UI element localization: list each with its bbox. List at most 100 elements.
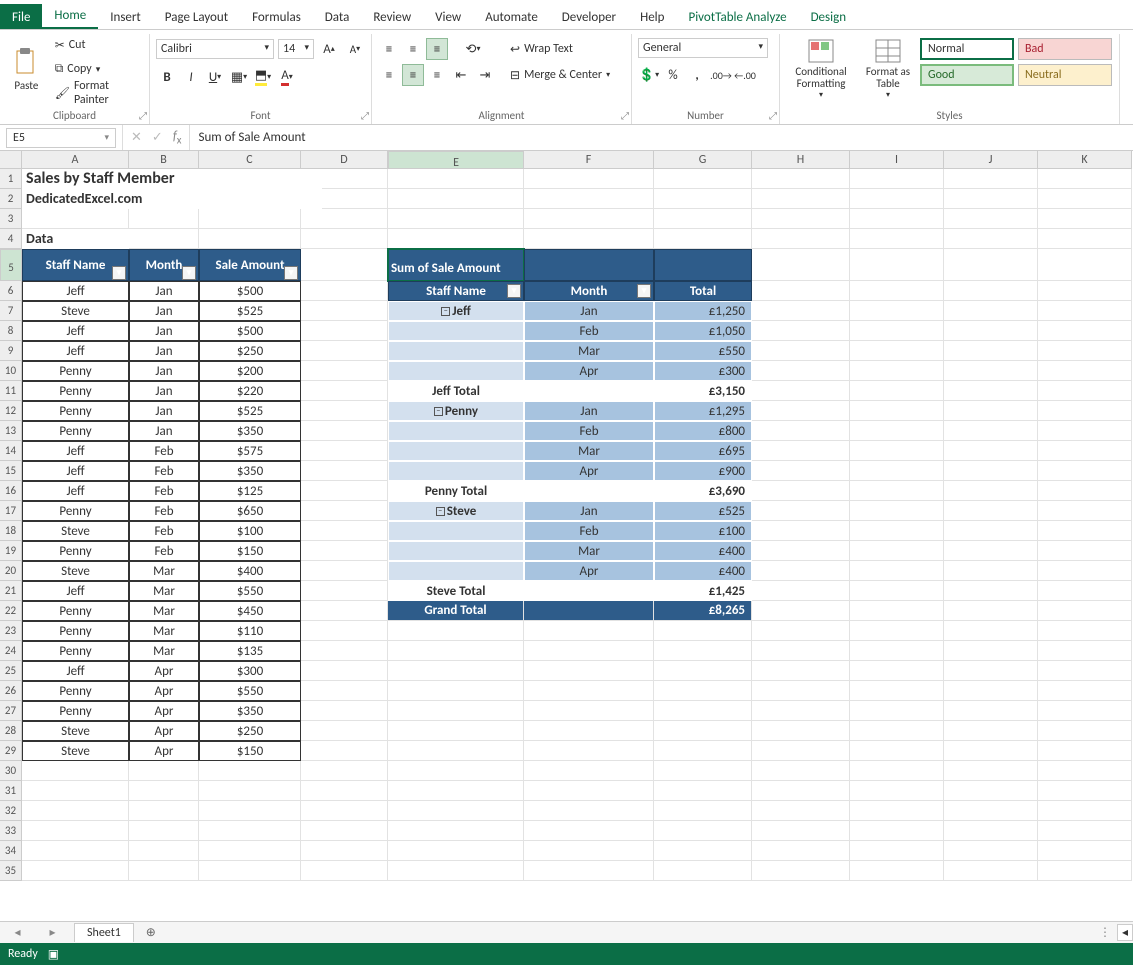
- cell-E25[interactable]: [388, 661, 524, 681]
- cell-A6[interactable]: Jeff: [22, 281, 129, 301]
- cell-G17[interactable]: £525: [654, 501, 752, 521]
- accounting-format-icon[interactable]: 💲▾: [638, 64, 660, 86]
- cell-H18[interactable]: [752, 521, 850, 541]
- cell-E29[interactable]: [388, 741, 524, 761]
- number-launcher-icon[interactable]: ⤢: [769, 109, 777, 122]
- cell-C24[interactable]: $135: [199, 641, 301, 661]
- cell-F28[interactable]: [524, 721, 654, 741]
- cell-F22[interactable]: [524, 601, 654, 621]
- cell-K2[interactable]: [1038, 189, 1132, 209]
- cell-K5[interactable]: [1038, 249, 1132, 281]
- tab-page-layout[interactable]: Page Layout: [153, 4, 240, 29]
- cell-J20[interactable]: [944, 561, 1038, 581]
- cell-I3[interactable]: [850, 209, 944, 229]
- tab-pivottable-analyze[interactable]: PivotTable Analyze: [676, 4, 798, 29]
- cell-F33[interactable]: [524, 821, 654, 841]
- cell-G1[interactable]: [654, 169, 752, 189]
- cell-E28[interactable]: [388, 721, 524, 741]
- cell-E5[interactable]: Sum of Sale Amount: [388, 249, 524, 281]
- cell-K14[interactable]: [1038, 441, 1132, 461]
- number-format-select[interactable]: General▾: [638, 38, 768, 58]
- cell-J15[interactable]: [944, 461, 1038, 481]
- cell-A24[interactable]: Penny: [22, 641, 129, 661]
- cell-I23[interactable]: [850, 621, 944, 641]
- filter-dropdown-icon[interactable]: ▾: [112, 266, 126, 280]
- cell-B30[interactable]: [129, 761, 199, 781]
- cell-A16[interactable]: Jeff: [22, 481, 129, 501]
- cut-button[interactable]: ✂Cut: [51, 34, 143, 56]
- cell-E32[interactable]: [388, 801, 524, 821]
- cell-C25[interactable]: $300: [199, 661, 301, 681]
- decrease-decimal-icon[interactable]: ←.00: [734, 64, 756, 86]
- col-header-J[interactable]: J: [944, 151, 1038, 169]
- row-header-6[interactable]: 6: [0, 281, 22, 301]
- cell-H2[interactable]: [752, 189, 850, 209]
- cell-K26[interactable]: [1038, 681, 1132, 701]
- cell-F17[interactable]: Jan: [524, 501, 654, 521]
- cell-I15[interactable]: [850, 461, 944, 481]
- row-header-23[interactable]: 23: [0, 621, 22, 641]
- cell-A13[interactable]: Penny: [22, 421, 129, 441]
- add-sheet-button[interactable]: ⊕: [140, 925, 162, 940]
- cell-D22[interactable]: [301, 601, 388, 621]
- cell-I11[interactable]: [850, 381, 944, 401]
- row-header-9[interactable]: 9: [0, 341, 22, 361]
- macro-record-icon[interactable]: ▣: [48, 947, 59, 962]
- cell-E8[interactable]: [388, 321, 524, 341]
- cell-H25[interactable]: [752, 661, 850, 681]
- conditional-formatting-button[interactable]: Conditional Formatting▾: [786, 34, 856, 104]
- cell-H29[interactable]: [752, 741, 850, 761]
- font-color-icon[interactable]: A▾: [276, 66, 298, 88]
- cell-K21[interactable]: [1038, 581, 1132, 601]
- cell-K10[interactable]: [1038, 361, 1132, 381]
- cell-A18[interactable]: Steve: [22, 521, 129, 541]
- alignment-launcher-icon[interactable]: ⤢: [621, 109, 629, 122]
- cell-C3[interactable]: [199, 209, 301, 229]
- cell-H9[interactable]: [752, 341, 850, 361]
- cell-J27[interactable]: [944, 701, 1038, 721]
- cell-F21[interactable]: [524, 581, 654, 601]
- cell-J11[interactable]: [944, 381, 1038, 401]
- cell-J3[interactable]: [944, 209, 1038, 229]
- fill-color-icon[interactable]: ⬒▾: [252, 66, 274, 88]
- tab-home[interactable]: Home: [42, 2, 98, 29]
- italic-icon[interactable]: I: [180, 66, 202, 88]
- row-header-1[interactable]: 1: [0, 169, 22, 189]
- cell-K33[interactable]: [1038, 821, 1132, 841]
- row-header-12[interactable]: 12: [0, 401, 22, 421]
- wrap-text-button[interactable]: ↩Wrap Text: [506, 38, 614, 60]
- cell-D5[interactable]: [301, 249, 388, 281]
- cell-A35[interactable]: [22, 861, 129, 881]
- cell-A17[interactable]: Penny: [22, 501, 129, 521]
- cell-E22[interactable]: Grand Total: [388, 601, 524, 621]
- cell-K24[interactable]: [1038, 641, 1132, 661]
- align-center-icon[interactable]: ≡: [402, 64, 424, 86]
- cell-B29[interactable]: Apr: [129, 741, 199, 761]
- cell-B3[interactable]: [129, 209, 199, 229]
- cell-B7[interactable]: Jan: [129, 301, 199, 321]
- filter-dropdown-icon[interactable]: ▾: [284, 266, 298, 280]
- cell-H7[interactable]: [752, 301, 850, 321]
- tab-automate[interactable]: Automate: [473, 4, 550, 29]
- cell-B5[interactable]: Month▾: [129, 249, 199, 281]
- cell-F31[interactable]: [524, 781, 654, 801]
- cell-K28[interactable]: [1038, 721, 1132, 741]
- cell-B16[interactable]: Feb: [129, 481, 199, 501]
- cell-G9[interactable]: £550: [654, 341, 752, 361]
- cell-G24[interactable]: [654, 641, 752, 661]
- cell-A20[interactable]: Steve: [22, 561, 129, 581]
- cell-style-neutral[interactable]: Neutral: [1018, 64, 1112, 86]
- pivot-filter-icon[interactable]: ▾: [637, 284, 651, 298]
- cell-D28[interactable]: [301, 721, 388, 741]
- cell-J9[interactable]: [944, 341, 1038, 361]
- cell-J17[interactable]: [944, 501, 1038, 521]
- cell-C14[interactable]: $575: [199, 441, 301, 461]
- cell-D18[interactable]: [301, 521, 388, 541]
- underline-icon[interactable]: U▾: [204, 66, 226, 88]
- col-header-C[interactable]: C: [199, 151, 301, 169]
- font-name-select[interactable]: Calibri▾: [156, 39, 274, 59]
- cell-I35[interactable]: [850, 861, 944, 881]
- cell-D9[interactable]: [301, 341, 388, 361]
- cell-A3[interactable]: [22, 209, 129, 229]
- tab-formulas[interactable]: Formulas: [240, 4, 313, 29]
